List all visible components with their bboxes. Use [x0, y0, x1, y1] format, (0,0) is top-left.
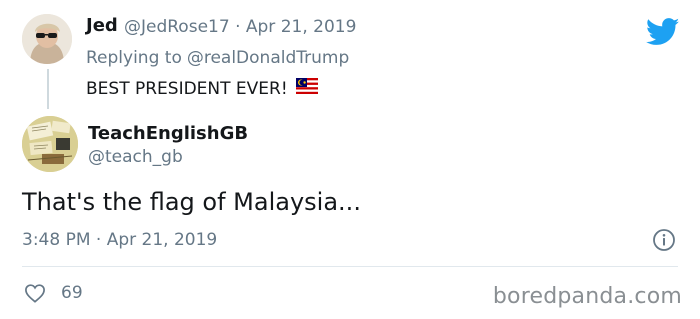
like-heart-icon[interactable]	[24, 283, 46, 303]
replying-to: Replying to @realDonaldTrump	[86, 48, 349, 68]
author-name[interactable]: TeachEnglishGB	[88, 123, 248, 144]
author-meta: @JedRose17 · Apr 21, 2019	[124, 17, 356, 37]
twitter-bird-icon[interactable]	[645, 18, 680, 46]
like-count: 69	[61, 283, 83, 303]
tweet-time: 3:48 PM	[22, 230, 91, 250]
teachenglishgb-avatar[interactable]	[22, 116, 78, 172]
tweet-date[interactable]: Apr 21, 2019	[246, 17, 357, 37]
meta-separator: ·	[95, 230, 102, 250]
info-icon[interactable]	[652, 228, 676, 252]
boredpanda-watermark: boredpanda.com	[492, 284, 682, 309]
malaysia-flag-icon	[295, 78, 318, 99]
tweet-date: Apr 21, 2019	[106, 230, 218, 250]
author-handle[interactable]: @JedRose17	[124, 17, 230, 37]
tweet-text-content: BEST PRESIDENT EVER!	[86, 78, 288, 99]
tweet-text: BEST PRESIDENT EVER!	[86, 78, 318, 99]
jed-avatar[interactable]	[22, 14, 72, 64]
replying-to-handle[interactable]: @realDonaldTrump	[187, 48, 349, 68]
thread-connector-line	[47, 69, 49, 109]
meta-separator: ·	[235, 17, 241, 37]
replying-to-label: Replying to	[86, 48, 182, 68]
author-handle[interactable]: @teach_gb	[88, 147, 183, 167]
divider	[22, 266, 678, 267]
main-tweet-text: That's the flag of Malaysia...	[22, 188, 361, 216]
author-name[interactable]: Jed	[86, 15, 118, 36]
tweet-timestamp[interactable]: 3:48 PM · Apr 21, 2019	[22, 230, 217, 250]
